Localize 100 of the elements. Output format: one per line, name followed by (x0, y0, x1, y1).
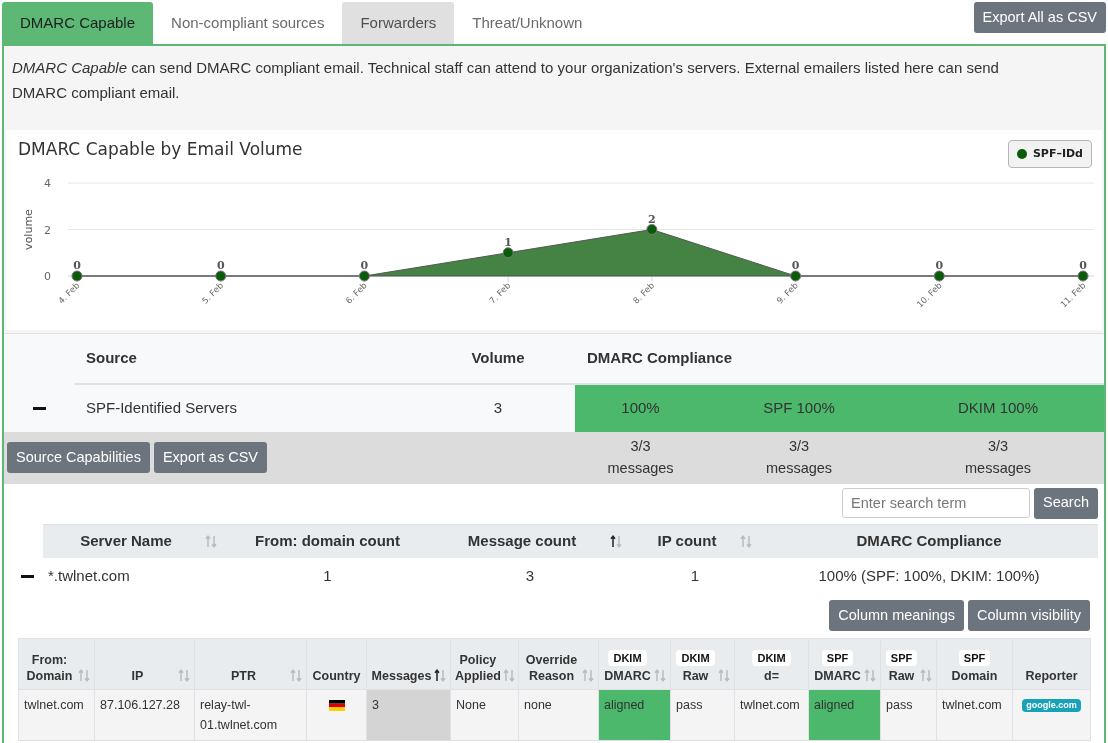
reporter-badge: google.com (1022, 699, 1081, 713)
data-point (358, 270, 370, 282)
column-header: IP count (657, 531, 717, 551)
data-label: 1 (504, 235, 512, 249)
export-button[interactable]: Export All as CSV (973, 2, 1106, 33)
x-axis-label: 10. Feb (914, 280, 944, 310)
action-button[interactable]: Source Capabilities (7, 442, 150, 473)
data-point (646, 224, 658, 235)
minus-icon[interactable] (20, 575, 34, 579)
column-header: Volume (421, 333, 575, 384)
column-header: d= (764, 668, 779, 684)
column-header: Policy Applied (455, 652, 501, 684)
column-tag: DKIM (752, 650, 791, 666)
column-header: Country (312, 668, 361, 684)
column-header: DMARC Compliance (856, 531, 1002, 551)
column-header: Reporter (1025, 668, 1078, 684)
sort-icon[interactable] (610, 534, 622, 548)
tab[interactable]: DMARC Capable (2, 2, 154, 44)
table-cell: pass (670, 689, 735, 741)
minus-icon[interactable] (32, 406, 46, 410)
table-cell: 3 (366, 689, 451, 741)
message-count: 3/3 messages (766, 437, 832, 479)
search-button[interactable]: Search (1034, 487, 1098, 519)
table-cell: 87.106.127.28 (94, 689, 195, 741)
y-axis-label: 2 (44, 223, 51, 237)
y-axis-label: 4 (44, 177, 51, 190)
column-header: DMARC (814, 668, 861, 684)
column-header: DMARC (604, 668, 651, 684)
data-point (1077, 270, 1089, 282)
table-cell: 1 (225, 558, 430, 594)
column-header: Server Name (80, 531, 172, 551)
column-header: Override Reason (524, 652, 579, 684)
data-point (215, 270, 227, 282)
x-axis-label: 11. Feb (1058, 280, 1088, 310)
table-cell: twlnet.com (936, 689, 1013, 741)
column-header: From: domain count (255, 531, 400, 551)
flag-icon (328, 700, 345, 712)
search-field[interactable]: Enter search term (842, 487, 1031, 518)
column-header: Raw (888, 668, 915, 684)
table-cell: SPF-Identified Servers (74, 383, 421, 432)
y-axis-title: volume (22, 209, 35, 250)
table-cell: 1 (630, 558, 760, 594)
table-cell: aligned (808, 689, 881, 741)
legend-button[interactable]: SPF–IDd (1007, 140, 1092, 168)
column-tag: DKIM (608, 650, 647, 666)
compliance-cell: SPF 100% (706, 383, 892, 432)
data-label: 0 (360, 259, 369, 272)
message-count: 3/3 messages (965, 437, 1031, 479)
column-header: DMARC Compliance (575, 333, 1105, 384)
table-cell: pass (880, 689, 937, 741)
table-cell: 100% (SPF: 100%, DKIM: 100%) (760, 558, 1098, 594)
table-cell: aligned (598, 689, 671, 741)
action-button[interactable]: Column visibility (968, 600, 1090, 631)
x-axis-label: 4. Feb (56, 280, 82, 306)
table-cell: none (518, 689, 599, 741)
data-label: 0 (791, 259, 800, 272)
x-axis-label: 7. Feb (487, 280, 513, 306)
action-button[interactable]: Export as CSV (153, 442, 268, 473)
data-point (790, 270, 802, 282)
column-tag: DKIM (676, 650, 715, 666)
compliance-cell: 100% (575, 383, 706, 432)
table-cell: 3 (421, 383, 575, 432)
description-text: DMARC Capable can send DMARC compliant email. Technical staff can attend to your organization's servers. External emailers listed here can send DMARC compliant email. (11, 58, 1000, 103)
data-point (502, 247, 514, 259)
sort-icon[interactable] (434, 669, 446, 682)
data-label: 0 (935, 259, 944, 272)
table-cell: *.twlnet.com (43, 558, 225, 594)
column-header: Domain (951, 668, 998, 684)
x-axis-label: 8. Feb (630, 280, 657, 306)
column-header: Message count (467, 531, 577, 551)
data-point (933, 270, 945, 282)
column-tag: SPF (958, 650, 991, 666)
table-cell: None (450, 689, 519, 741)
data-label: 0 (73, 259, 81, 272)
tab[interactable]: Forwarders (342, 2, 455, 44)
x-axis-label: 6. Feb (343, 280, 369, 306)
data-label: 2 (648, 212, 656, 226)
y-axis-label: 0 (44, 270, 51, 283)
table-cell: twlnet.com (18, 689, 95, 741)
message-count: 3/3 messages (607, 437, 674, 479)
table-cell: 3 (430, 558, 630, 594)
data-point (71, 270, 83, 282)
table-cell: twlnet.com (734, 689, 809, 741)
column-header: IP (131, 668, 144, 684)
x-axis-label: 9. Feb (774, 280, 800, 306)
compliance-cell: DKIM 100% (892, 383, 1105, 432)
action-button[interactable]: Column meanings (829, 600, 965, 631)
column-tag: SPF (821, 650, 854, 666)
column-tag: SPF (885, 650, 918, 666)
column-header: Messages (371, 668, 432, 684)
tab[interactable]: Non-compliant sources (153, 2, 343, 44)
chart-title: DMARC Capable by Email Volume (18, 138, 303, 160)
column-header: From: Domain (25, 652, 74, 684)
x-axis-label: 5. Feb (199, 280, 226, 306)
column-header: PTR (231, 668, 256, 684)
data-label: 0 (216, 259, 225, 272)
tab[interactable]: Threat/Unknown (454, 2, 601, 44)
column-header: Raw (682, 668, 709, 684)
column-header: Source (74, 333, 421, 384)
table-cell: relay-twl-01.twlnet.com (194, 689, 307, 741)
